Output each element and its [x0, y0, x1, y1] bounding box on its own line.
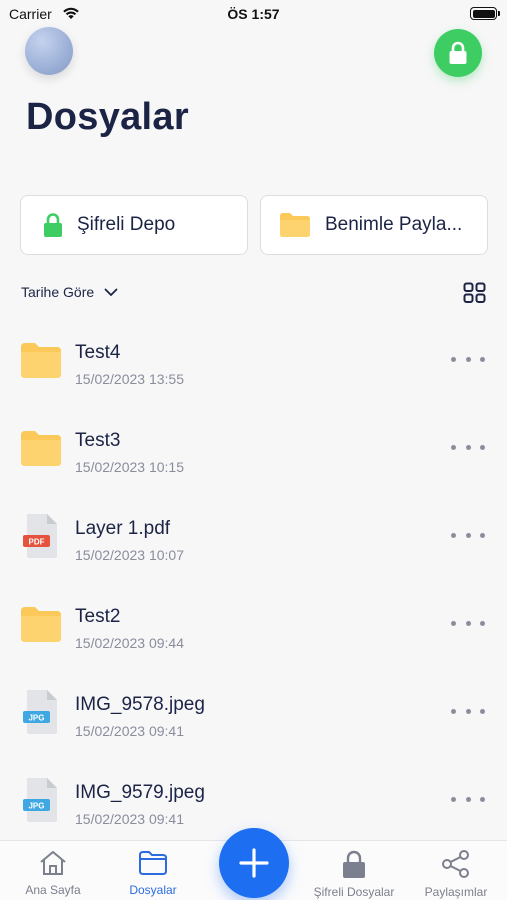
add-button[interactable]	[219, 828, 289, 898]
file-date: 15/02/2023 10:15	[75, 459, 184, 475]
share-icon	[442, 850, 469, 878]
list-item[interactable]: JPG IMG_9578.jpeg 15/02/2023 09:41	[0, 672, 507, 760]
jpg-badge-label: JPG	[28, 714, 44, 723]
page-title: Dosyalar	[26, 96, 189, 138]
file-name: Test3	[75, 430, 121, 451]
folder-icon	[21, 343, 61, 378]
jpg-badge-label: JPG	[28, 802, 44, 811]
battery-icon	[470, 7, 500, 20]
plus-icon	[239, 848, 269, 878]
shared-with-me-card[interactable]: Benimle Payla...	[260, 195, 488, 255]
more-options-icon[interactable]	[451, 354, 485, 364]
pdf-badge-label: PDF	[29, 538, 45, 547]
shared-with-me-label: Benimle Payla...	[325, 214, 463, 235]
lock-icon	[343, 850, 365, 878]
home-icon	[40, 851, 66, 875]
file-name: Test4	[75, 342, 121, 363]
tab-files[interactable]: Dosyalar	[118, 849, 188, 897]
secure-vault-label: Şifreli Depo	[77, 214, 176, 235]
green-lock-icon	[44, 213, 62, 237]
folder-icon	[21, 431, 61, 466]
more-options-icon[interactable]	[451, 706, 485, 716]
avatar[interactable]	[25, 27, 73, 75]
list-item[interactable]: Test4 15/02/2023 13:55	[0, 320, 507, 408]
file-date: 15/02/2023 10:07	[75, 547, 184, 563]
status-bar: Carrier ÖS 1:57	[0, 0, 507, 28]
more-options-icon[interactable]	[451, 618, 485, 628]
folder-icon	[280, 213, 310, 237]
file-date: 15/02/2023 09:44	[75, 635, 184, 651]
file-name: Test2	[75, 606, 121, 627]
more-options-icon[interactable]	[451, 794, 485, 804]
file-name: IMG_9579.jpeg	[75, 782, 205, 803]
sort-label: Tarihe Göre	[21, 284, 95, 300]
list-item[interactable]: Test3 15/02/2023 10:15	[0, 408, 507, 496]
tab-shares[interactable]: Paylaşımlar	[414, 849, 498, 899]
lock-icon	[449, 41, 467, 64]
tab-shares-label: Paylaşımlar	[424, 885, 488, 899]
list-item[interactable]: PDF Layer 1.pdf 15/02/2023 10:07	[0, 496, 507, 584]
file-date: 15/02/2023 09:41	[75, 723, 184, 739]
file-name: IMG_9578.jpeg	[75, 694, 205, 715]
more-options-icon[interactable]	[451, 442, 485, 452]
jpg-file-icon: JPG	[23, 690, 57, 734]
tab-secure-files-label: Şifreli Dosyalar	[313, 885, 395, 899]
file-date: 15/02/2023 13:55	[75, 371, 184, 387]
file-date: 15/02/2023 09:41	[75, 811, 184, 827]
file-name: Layer 1.pdf	[75, 518, 171, 539]
folder-outline-icon	[139, 851, 167, 875]
sort-dropdown[interactable]: Tarihe Göre	[21, 284, 118, 300]
secure-vault-card[interactable]: Şifreli Depo	[20, 195, 248, 255]
lock-button[interactable]	[434, 29, 482, 77]
tab-secure-files[interactable]: Şifreli Dosyalar	[302, 849, 406, 899]
list-item[interactable]: Test2 15/02/2023 09:44	[0, 584, 507, 672]
file-list: Test4 15/02/2023 13:55 Test3 15/02/2023 …	[0, 320, 507, 848]
folder-icon	[21, 607, 61, 642]
tab-home-label: Ana Sayfa	[25, 883, 81, 897]
tab-home[interactable]: Ana Sayfa	[18, 849, 88, 897]
chevron-down-icon	[104, 288, 118, 296]
jpg-file-icon: JPG	[23, 778, 57, 822]
tab-files-label: Dosyalar	[129, 883, 177, 897]
status-time: ÖS 1:57	[227, 6, 280, 22]
grid-view-icon[interactable]	[463, 282, 487, 304]
more-options-icon[interactable]	[451, 530, 485, 540]
pdf-file-icon: PDF	[23, 514, 57, 558]
